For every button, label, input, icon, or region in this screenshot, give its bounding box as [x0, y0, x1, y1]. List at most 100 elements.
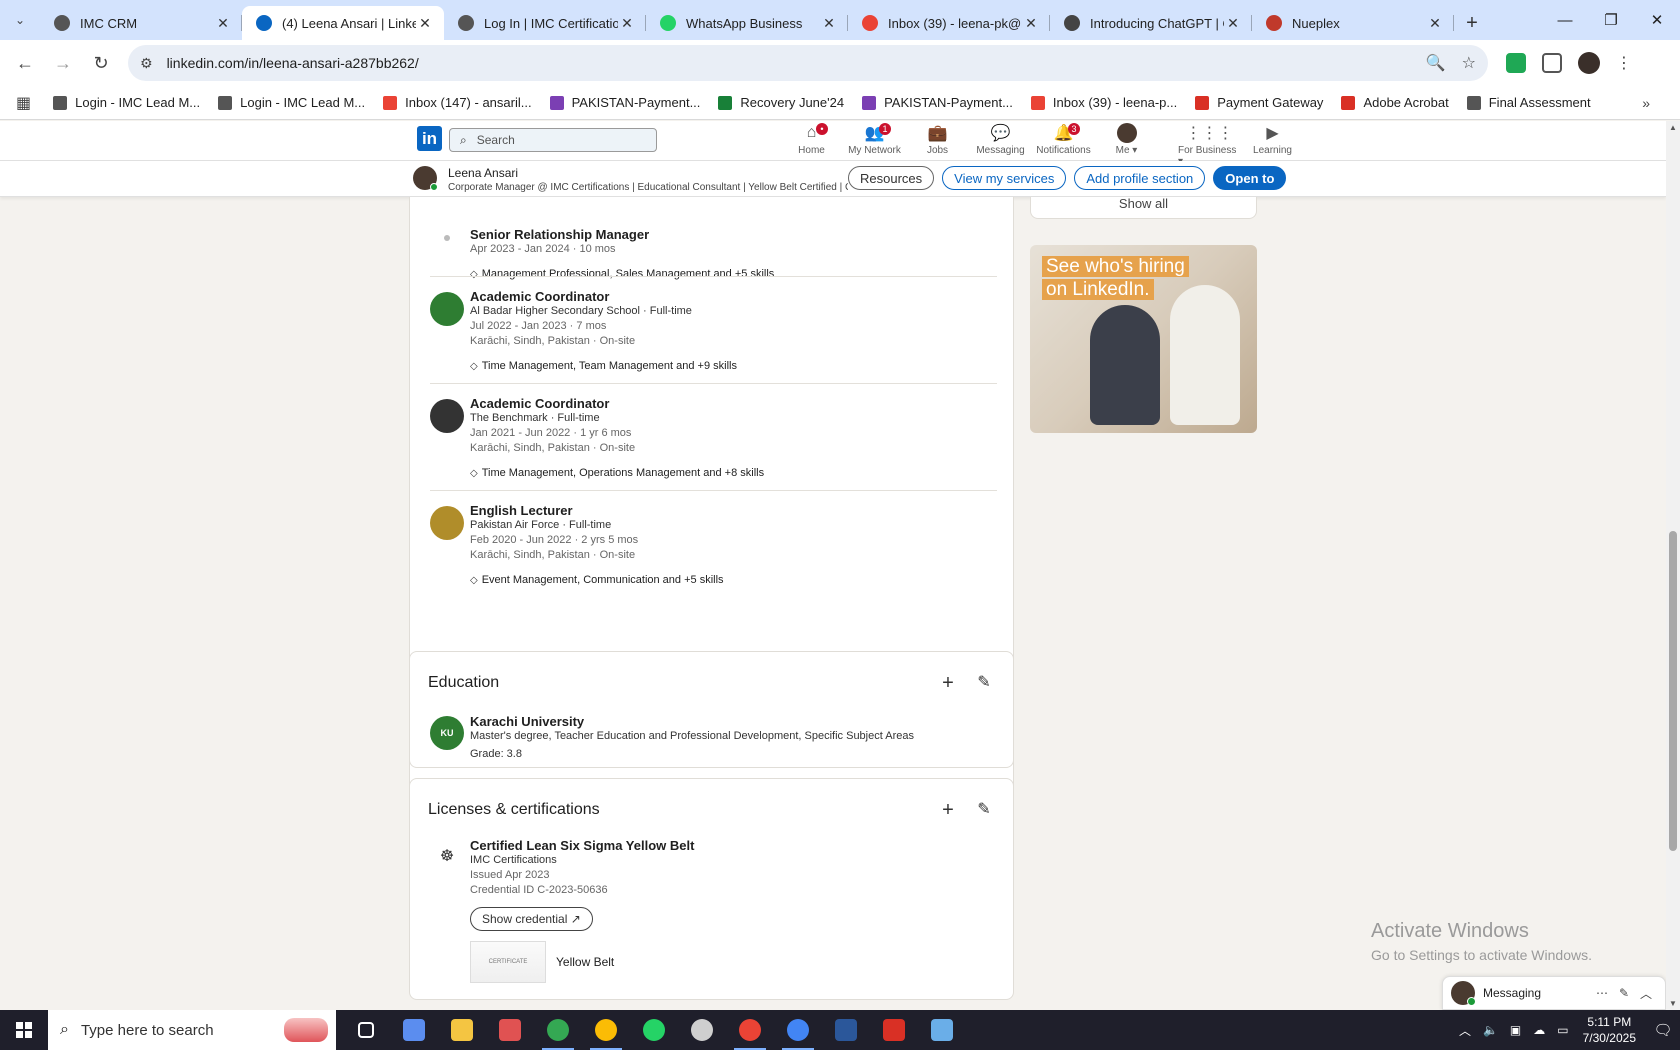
close-tab-icon[interactable]: ✕ — [1224, 15, 1242, 32]
back-icon[interactable]: ← — [8, 46, 42, 80]
add-profile-section-button[interactable]: Add profile section — [1074, 166, 1206, 190]
apps-grid-icon[interactable]: ▦ — [16, 93, 31, 113]
add-license-icon[interactable]: + — [937, 799, 959, 822]
scrollbar-thumb[interactable] — [1669, 531, 1677, 851]
imc-certifications-logo[interactable]: ☸ — [430, 839, 464, 873]
experience-title[interactable]: Academic Coordinator — [470, 396, 764, 411]
extensions-puzzle-icon[interactable] — [1542, 53, 1562, 73]
bookmarks-overflow-icon[interactable]: » — [1642, 95, 1650, 111]
linkedin-search-input[interactable]: ⌕ Search — [449, 128, 657, 152]
url-text[interactable]: linkedin.com/in/leena-ansari-a287bb262/ — [167, 55, 1410, 71]
experience-title[interactable]: Senior Relationship Manager — [470, 227, 774, 242]
address-bar[interactable]: ⚙ linkedin.com/in/leena-ansari-a287bb262… — [128, 45, 1488, 81]
view-my-services-button[interactable]: View my services — [942, 166, 1067, 190]
taskbar-clock[interactable]: 5:11 PM 7/30/2025 — [1583, 1014, 1636, 1046]
close-window-icon[interactable]: ✕ — [1634, 0, 1680, 40]
taskbar-copilot[interactable] — [390, 1010, 438, 1050]
compose-icon[interactable]: ✎ — [1613, 986, 1635, 1000]
bookmark-item[interactable]: PAKISTAN-Payment... — [862, 95, 1013, 110]
bookmark-star-icon[interactable]: ☆ — [1462, 53, 1476, 73]
edit-education-icon[interactable]: ✎ — [973, 672, 995, 692]
browser-tab[interactable]: Introducing ChatGPT | OpenAI✕ — [1050, 6, 1252, 40]
close-tab-icon[interactable]: ✕ — [1426, 15, 1444, 32]
reload-icon[interactable]: ↻ — [84, 46, 118, 80]
close-tab-icon[interactable]: ✕ — [416, 15, 434, 32]
page-scrollbar[interactable]: ▲ ▼ — [1666, 121, 1680, 1010]
browser-tab[interactable]: WhatsApp Business ✕ — [646, 6, 848, 40]
notifications-icon[interactable]: 🗨 — [1646, 1021, 1680, 1039]
company-logo[interactable] — [430, 399, 464, 433]
bookmark-item[interactable]: Login - IMC Lead M... — [53, 95, 200, 110]
restore-icon[interactable]: ❐ — [1588, 0, 1634, 40]
zoom-icon[interactable]: 🔍 — [1426, 53, 1446, 73]
open-to-button[interactable]: Open to — [1213, 166, 1287, 190]
start-button[interactable] — [0, 1010, 48, 1050]
show-credential-button[interactable]: Show credential ↗ — [470, 907, 593, 931]
taskbar-chrome-profile-3[interactable] — [726, 1010, 774, 1050]
scroll-down-icon[interactable]: ▼ — [1666, 999, 1680, 1008]
karachi-university-logo[interactable]: KU — [430, 716, 464, 750]
bookmark-item[interactable]: PAKISTAN-Payment... — [549, 95, 700, 110]
tab-search-icon[interactable]: ⌄ — [0, 0, 40, 40]
taskbar-word[interactable] — [822, 1010, 870, 1050]
bookmark-item[interactable]: Recovery June'24 — [718, 95, 844, 110]
bookmark-item[interactable]: Adobe Acrobat — [1341, 95, 1449, 110]
license-media[interactable]: CERTIFICATE Yellow Belt — [470, 941, 694, 983]
hiring-ad-banner[interactable]: See who's hiring on LinkedIn. — [1030, 245, 1257, 433]
scroll-up-icon[interactable]: ▲ — [1666, 123, 1680, 132]
school-name[interactable]: Karachi University — [470, 714, 914, 729]
browser-tab[interactable]: IMC CRM ✕ — [40, 6, 242, 40]
browser-tab[interactable]: Log In | IMC Certifications✕ — [444, 6, 646, 40]
taskbar-task-view[interactable] — [342, 1010, 390, 1050]
add-education-icon[interactable]: + — [937, 672, 959, 695]
bookmark-item[interactable]: Final Assessment — [1466, 95, 1591, 110]
messaging-overlay[interactable]: Messaging ⋯ ✎ ︿ — [1442, 976, 1666, 1010]
taskbar-acrobat[interactable] — [870, 1010, 918, 1050]
onedrive-icon[interactable]: ☁ — [1533, 1023, 1545, 1037]
more-options-icon[interactable]: ⋯ — [1591, 986, 1613, 1000]
new-tab-button[interactable]: + — [1454, 6, 1490, 40]
experience-title[interactable]: English Lecturer — [470, 503, 724, 518]
taskbar-chrome-profile-4[interactable] — [774, 1010, 822, 1050]
linkedin-logo-icon[interactable]: in — [417, 126, 442, 151]
bookmark-item[interactable]: Inbox (147) - ansaril... — [383, 95, 532, 110]
close-tab-icon[interactable]: ✕ — [618, 15, 636, 32]
company-logo[interactable] — [430, 506, 464, 540]
browser-tab[interactable]: Inbox (39) - leena-pk@imc✕ — [848, 6, 1050, 40]
site-settings-icon[interactable]: ⚙ — [140, 55, 153, 72]
volume-muted-icon[interactable]: 🔈 — [1483, 1023, 1498, 1037]
taskbar-chrome-profile-2[interactable] — [582, 1010, 630, 1050]
company-logo[interactable] — [430, 292, 464, 326]
network-icon[interactable]: ▭ — [1557, 1023, 1568, 1037]
taskbar-app-clock[interactable] — [678, 1010, 726, 1050]
taskbar-whatsapp[interactable] — [630, 1010, 678, 1050]
edit-license-icon[interactable]: ✎ — [973, 799, 995, 819]
browser-tab[interactable]: Nueplex ✕ — [1252, 6, 1454, 40]
license-name[interactable]: Certified Lean Six Sigma Yellow Belt — [470, 838, 694, 853]
certificate-thumbnail[interactable]: CERTIFICATE — [470, 941, 546, 983]
show-all-link[interactable]: Show all — [1031, 197, 1256, 211]
browser-menu-icon[interactable]: ⋮ — [1616, 53, 1632, 73]
experience-skills[interactable]: ◇ Event Management, Communication and +5 … — [470, 574, 724, 586]
experience-skills[interactable]: ◇ Time Management, Team Management and +9… — [470, 360, 737, 372]
taskbar-search-box[interactable]: ⌕ Type here to search — [48, 1010, 336, 1050]
taskbar-chrome[interactable] — [534, 1010, 582, 1050]
experience-title[interactable]: Academic Coordinator — [470, 289, 737, 304]
bookmark-item[interactable]: Inbox (39) - leena-p... — [1030, 95, 1177, 110]
experience-skills[interactable]: ◇ Management Professional, Sales Manageme… — [470, 268, 774, 280]
close-tab-icon[interactable]: ✕ — [214, 15, 232, 32]
bookmark-item[interactable]: Login - IMC Lead M... — [218, 95, 365, 110]
experience-skills[interactable]: ◇ Time Management, Operations Management … — [470, 467, 764, 479]
chevron-up-icon[interactable]: ︿ — [1635, 985, 1657, 1002]
close-tab-icon[interactable]: ✕ — [1022, 15, 1040, 32]
taskbar-snipping-tool[interactable] — [486, 1010, 534, 1050]
minimize-icon[interactable]: — — [1542, 0, 1588, 40]
resources-button[interactable]: Resources — [848, 166, 935, 190]
forward-icon[interactable]: → — [46, 46, 80, 80]
browser-profile-avatar[interactable] — [1578, 52, 1600, 74]
bookmark-item[interactable]: Payment Gateway — [1195, 95, 1323, 110]
taskbar-file-explorer[interactable] — [438, 1010, 486, 1050]
taskbar-notepad[interactable] — [918, 1010, 966, 1050]
camera-icon[interactable]: ▣ — [1510, 1023, 1521, 1037]
whatsapp-extension-icon[interactable] — [1506, 53, 1526, 73]
